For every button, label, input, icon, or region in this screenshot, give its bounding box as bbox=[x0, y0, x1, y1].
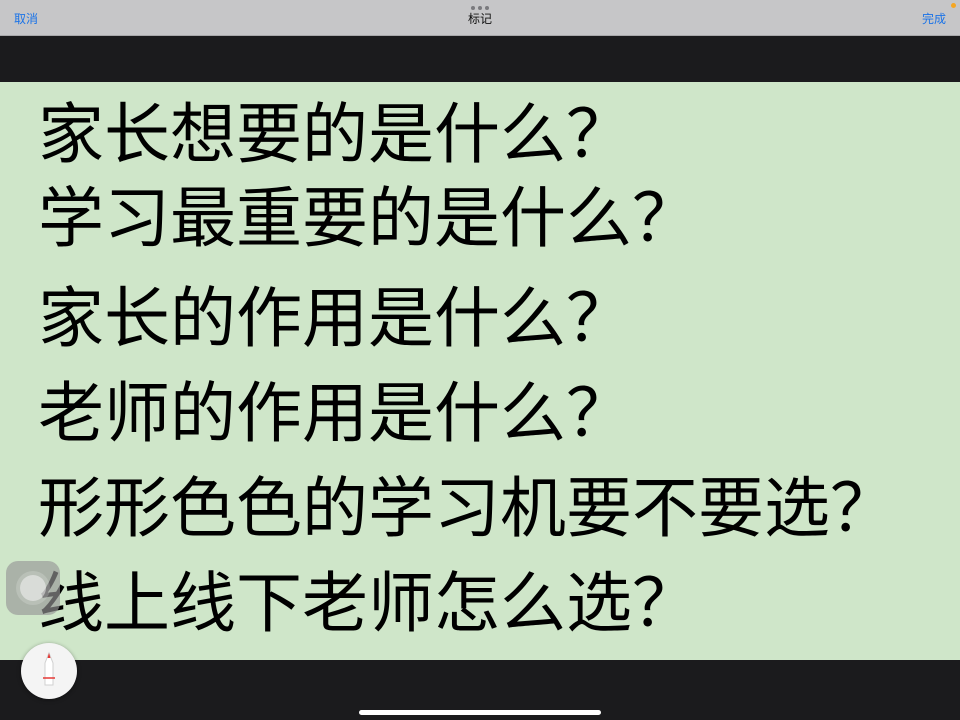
slide-canvas[interactable]: 家长想要的是什么？ 学习最重要的是什么？ 家长的作用是什么？ 老师的作用是什么？… bbox=[0, 82, 960, 660]
home-indicator[interactable] bbox=[359, 710, 601, 715]
slide-line-4: 老师的作用是什么？ bbox=[38, 375, 632, 452]
slide-line-5: 形形色色的学习机要不要选？ bbox=[38, 470, 896, 547]
slide-line-1: 家长想要的是什么？ bbox=[38, 96, 632, 173]
top-letterbox bbox=[0, 36, 960, 82]
toolbar-title: 标记 bbox=[467, 12, 492, 26]
assistive-touch-icon[interactable] bbox=[6, 561, 60, 615]
pen-tool-button[interactable] bbox=[21, 643, 77, 699]
slide-line-6: 线上线下老师怎么选？ bbox=[38, 565, 698, 642]
slide-line-3: 家长的作用是什么？ bbox=[38, 280, 632, 357]
done-button[interactable]: 完成 bbox=[922, 10, 946, 27]
slide-line-2: 学习最重要的是什么？ bbox=[38, 180, 698, 257]
markup-toolbar: 取消 标记 完成 bbox=[0, 0, 960, 36]
status-indicator-dot bbox=[951, 3, 956, 8]
pen-icon bbox=[43, 651, 55, 686]
